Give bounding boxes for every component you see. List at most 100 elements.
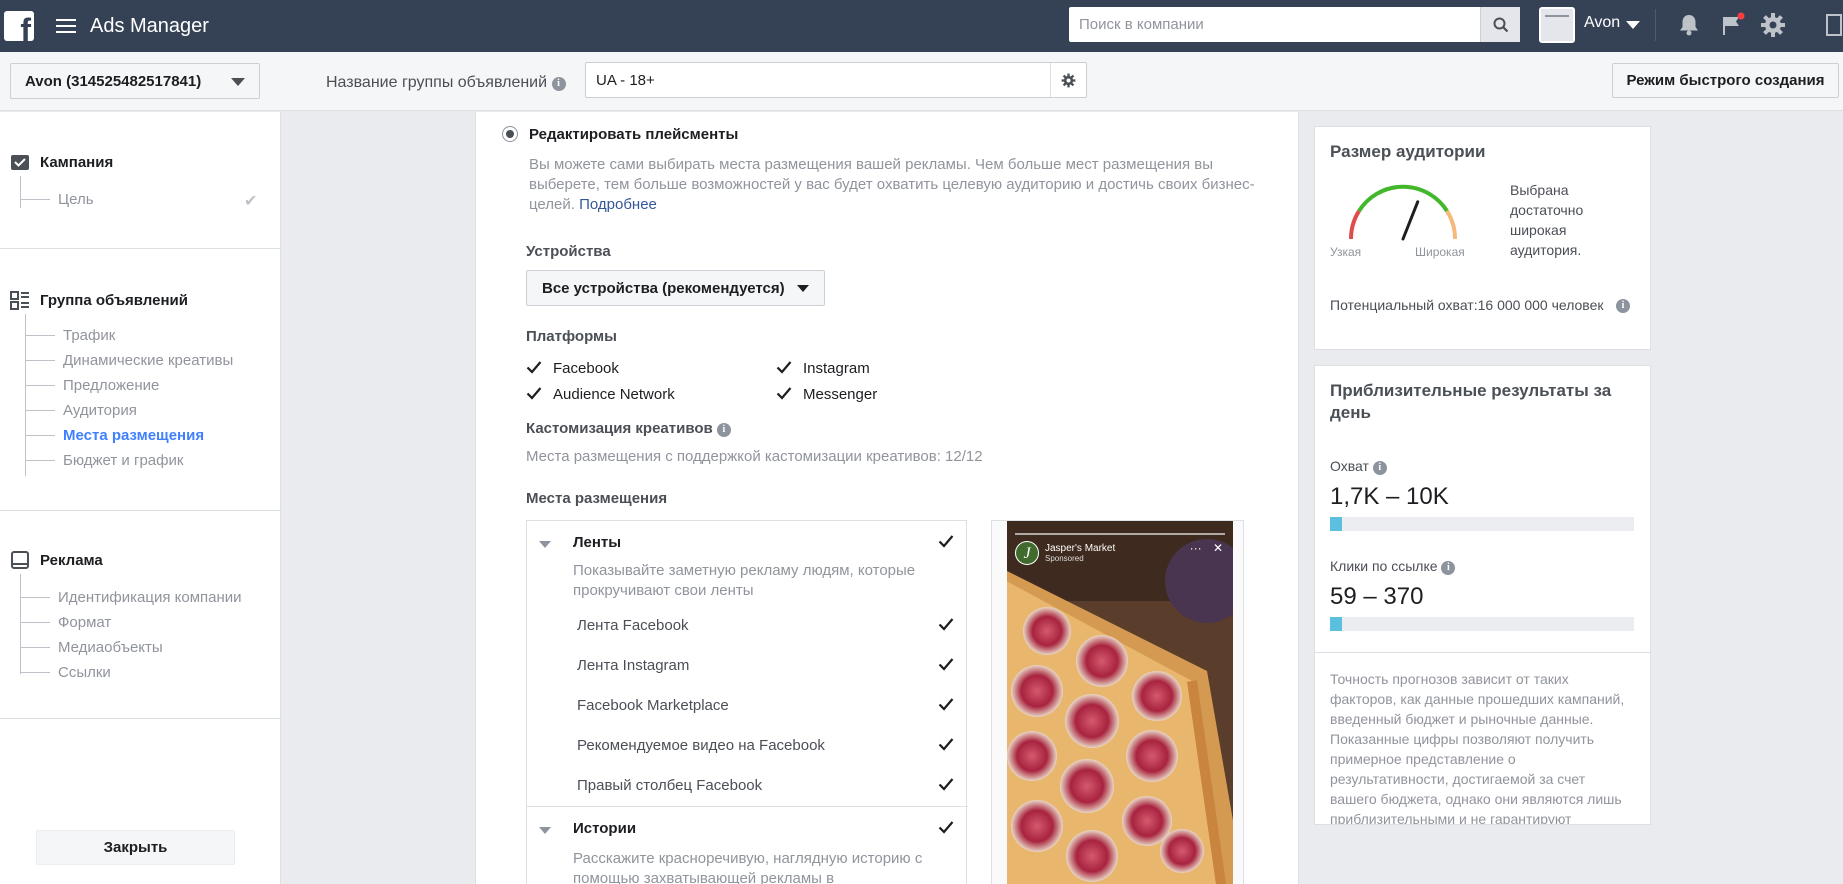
- flag-alert-icon[interactable]: [1720, 12, 1746, 38]
- learn-more-link[interactable]: Подробнее: [579, 196, 657, 213]
- nav-item-links[interactable]: Ссылки: [20, 664, 111, 681]
- nav-item-traffic[interactable]: Трафик: [25, 327, 115, 344]
- more-options-icon[interactable]: ···: [1190, 541, 1202, 555]
- placement-instagram-feed-checkbox[interactable]: [937, 655, 955, 673]
- platform-audience-network-checkbox[interactable]: [525, 384, 543, 402]
- gauge-wide-label: Широкая: [1415, 245, 1465, 259]
- info-icon[interactable]: i: [551, 77, 566, 91]
- audience-size-card: Размер аудитории Узкая Широкая Выбрана д…: [1314, 126, 1651, 350]
- nav-item-objective[interactable]: Цель: [20, 191, 94, 208]
- search-input[interactable]: [1069, 7, 1480, 42]
- story-header: J Jasper's Market Sponsored: [1015, 541, 1115, 565]
- facebook-logo-icon[interactable]: f: [4, 11, 34, 41]
- placement-facebook-feed-checkbox[interactable]: [937, 615, 955, 633]
- nav-item-audience[interactable]: Аудитория: [25, 402, 137, 419]
- nav-adset-heading[interactable]: Группа объявлений: [10, 290, 188, 310]
- stories-group-title[interactable]: Истории: [573, 820, 636, 837]
- info-icon[interactable]: i: [1441, 561, 1456, 575]
- adset-name-label: Название группы объявлений i: [326, 74, 566, 92]
- notifications-bell-icon[interactable]: [1676, 12, 1702, 38]
- link-clicks-progress-fill: [1330, 617, 1343, 631]
- settings-gear-icon[interactable]: [1760, 12, 1786, 38]
- info-icon[interactable]: i: [1616, 299, 1630, 313]
- account-avatar[interactable]: [1539, 7, 1575, 43]
- ad-account-select[interactable]: Avon (314525482517841): [10, 63, 260, 99]
- platform-instagram-checkbox[interactable]: [775, 358, 793, 376]
- placements-list-label: Места размещения: [526, 490, 668, 507]
- adset-name-settings-button[interactable]: [1050, 63, 1086, 97]
- placement-facebook-marketplace[interactable]: Facebook Marketplace: [577, 697, 729, 714]
- feeds-group-description: Показывайте заметную рекламу людям, кото…: [573, 562, 916, 599]
- quick-creation-button[interactable]: Режим быстрого создания: [1612, 63, 1839, 98]
- devices-select[interactable]: Все устройства (рекомендуется): [526, 270, 825, 306]
- results-divider: [1315, 652, 1650, 653]
- nav-item-dynamic-creative[interactable]: Динамические креативы: [25, 352, 233, 369]
- company-search: [1069, 7, 1520, 42]
- hamburger-menu-icon[interactable]: [56, 19, 76, 33]
- window-edge-icon: [1826, 14, 1842, 36]
- toolbar-divider: [1655, 9, 1656, 41]
- chevron-down-icon: [797, 285, 809, 292]
- stories-collapse-arrow-icon[interactable]: [539, 827, 551, 834]
- platform-messenger-checkbox[interactable]: [775, 384, 793, 402]
- account-dropdown-caret-icon[interactable]: [1626, 21, 1640, 29]
- search-button[interactable]: [1480, 7, 1520, 42]
- nav-item-offer[interactable]: Предложение: [25, 377, 159, 394]
- close-button[interactable]: Закрыть: [36, 830, 235, 865]
- checkmark-icon: [938, 778, 954, 791]
- close-icon[interactable]: ✕: [1213, 541, 1223, 555]
- placement-facebook-right-column-checkbox[interactable]: [937, 775, 955, 793]
- nav-item-placements[interactable]: Места размещения: [25, 427, 204, 444]
- left-navigation: Кампания Цель ✔ Группа объявлений Трафик…: [0, 112, 281, 884]
- checkmark-icon: [938, 658, 954, 671]
- placement-facebook-marketplace-checkbox[interactable]: [937, 695, 955, 713]
- fig-tart-image: [1007, 521, 1233, 884]
- edit-placements-label[interactable]: Редактировать плейсменты: [529, 126, 738, 143]
- nav-item-format[interactable]: Формат: [20, 614, 111, 631]
- estimated-results-card: Приблизительные результаты за день Охват…: [1314, 365, 1651, 825]
- platform-audience-network-label[interactable]: Audience Network: [553, 386, 675, 403]
- adset-name-input[interactable]: [586, 63, 1050, 97]
- top-bar: f Ads Manager Avon: [0, 0, 1843, 52]
- checkmark-icon: [776, 387, 792, 400]
- nav-item-media[interactable]: Медиаобъекты: [20, 639, 163, 656]
- nav-item-budget-schedule[interactable]: Бюджет и график: [25, 452, 183, 469]
- story-progress-bar: [1015, 533, 1225, 535]
- placement-facebook-video-feeds-checkbox[interactable]: [937, 735, 955, 753]
- feeds-group-title[interactable]: Ленты: [573, 534, 621, 551]
- platform-facebook-checkbox[interactable]: [525, 358, 543, 376]
- info-icon[interactable]: i: [716, 423, 731, 437]
- devices-select-value: Все устройства (рекомендуется): [542, 279, 785, 297]
- nav-ad-heading[interactable]: Реклама: [10, 550, 103, 570]
- placement-instagram-feed[interactable]: Лента Instagram: [577, 657, 689, 674]
- placement-list: Ленты Показывайте заметную рекламу людям…: [526, 520, 968, 884]
- placement-facebook-right-column[interactable]: Правый столбец Facebook: [577, 777, 762, 794]
- nav-campaign-heading[interactable]: Кампания: [10, 152, 113, 172]
- story-controls: ··· ✕: [1190, 541, 1223, 555]
- app-title: Ads Manager: [90, 14, 209, 37]
- nav-item-business-identity[interactable]: Идентификация компании: [20, 589, 242, 606]
- edit-placements-radio[interactable]: [502, 126, 518, 142]
- account-name[interactable]: Avon: [1584, 14, 1620, 32]
- feeds-group-checkbox[interactable]: [937, 532, 955, 550]
- potential-reach: Потенциальный охват:16 000 000 человек: [1330, 297, 1604, 313]
- feeds-collapse-arrow-icon[interactable]: [539, 541, 551, 548]
- checkmark-icon: [938, 738, 954, 751]
- checkmark-icon: [938, 535, 954, 548]
- placement-facebook-feed[interactable]: Лента Facebook: [577, 617, 689, 634]
- adset-name-field: [585, 62, 1087, 98]
- adset-header-bar: Avon (314525482517841) Название группы о…: [0, 52, 1843, 111]
- platform-facebook-label[interactable]: Facebook: [553, 360, 619, 377]
- audience-gauge-icon: [1348, 184, 1458, 241]
- nav-divider: [0, 718, 280, 719]
- stories-group-checkbox[interactable]: [937, 818, 955, 836]
- platform-messenger-label[interactable]: Messenger: [803, 386, 877, 403]
- adset-grid-icon: [10, 291, 29, 310]
- platform-instagram-label[interactable]: Instagram: [803, 360, 870, 377]
- platforms-label: Платформы: [526, 328, 617, 345]
- ad-frame-icon: [11, 551, 29, 569]
- placement-facebook-video-feeds[interactable]: Рекомендуемое видео на Facebook: [577, 737, 825, 754]
- stories-group-description: Расскажите красноречивую, наглядную исто…: [573, 850, 923, 884]
- story-preview-image: J Jasper's Market Sponsored ··· ✕: [1007, 521, 1233, 884]
- info-icon[interactable]: i: [1372, 461, 1387, 475]
